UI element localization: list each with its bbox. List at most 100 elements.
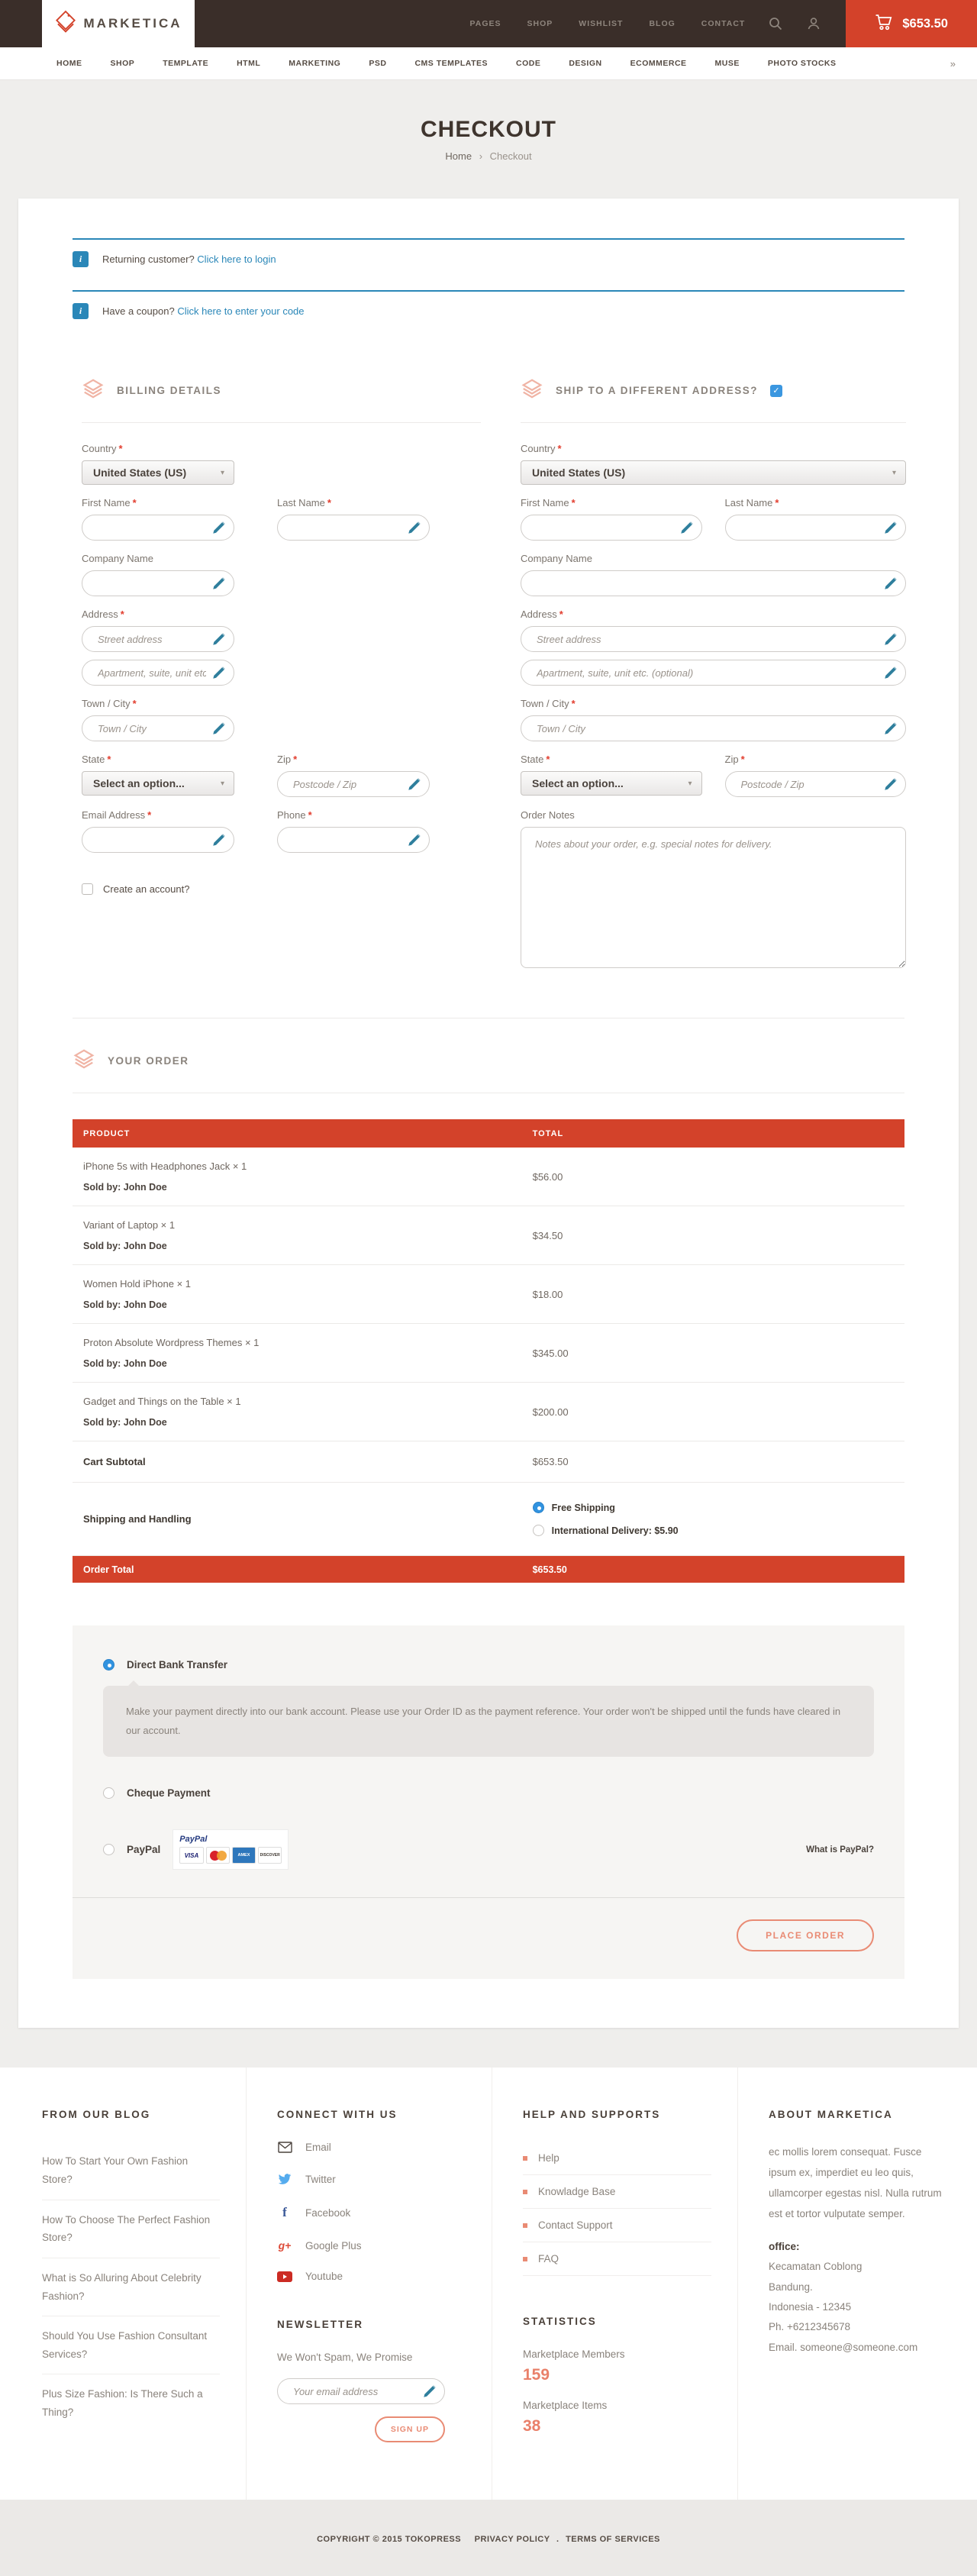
main-nav-home[interactable]: HOME [56,59,82,68]
blog-post-link[interactable]: How To Start Your Own Fashion Store? [42,2142,220,2200]
top-nav-contact[interactable]: CONTACT [701,19,746,28]
billing-town-input[interactable] [96,722,208,735]
main-nav-html[interactable]: HTML [237,59,260,68]
billing-address2-input[interactable] [96,667,208,680]
pen-icon [884,667,897,683]
shipto-first-name-input[interactable] [535,521,676,534]
product-name: Gadget and Things on the Table × 1 [83,1396,522,1407]
product-total: $18.00 [522,1265,904,1323]
logo[interactable]: MARKETICA [42,0,195,47]
search-icon[interactable] [768,16,783,31]
shipto-zip-input[interactable] [740,778,880,791]
radio-paypal[interactable] [103,1844,114,1855]
cheque-payment-label: Cheque Payment [127,1787,211,1799]
shipto-town-input[interactable] [535,722,879,735]
shipto-company-input[interactable] [535,577,879,590]
table-row: iPhone 5s with Headphones Jack × 1 Sold … [73,1148,904,1206]
radio-cheque-payment[interactable] [103,1787,114,1799]
radio-international-delivery[interactable] [533,1525,544,1536]
billing-address1-input[interactable] [96,633,208,646]
main-nav-muse[interactable]: MUSE [715,59,740,68]
user-icon[interactable] [806,16,821,31]
breadcrumb-home[interactable]: Home [445,150,472,162]
billing-country-select[interactable]: United States (US) ▾ [82,460,234,485]
order-table-header: PRODUCT TOTAL [73,1119,904,1148]
top-nav-pages[interactable]: PAGES [470,19,501,28]
knowledge-base-link[interactable]: Knowladge Base [538,2186,615,2197]
payment-methods: Direct Bank Transfer Make your payment d… [73,1625,904,1979]
footer-connect-column: CONNECT WITH US Email Twitter f Facebook… [246,2068,492,2500]
facebook-link[interactable]: Facebook [305,2207,350,2219]
info-icon: i [73,251,89,267]
blog-post-link[interactable]: Plus Size Fashion: Is There Such a Thing… [42,2374,220,2432]
layers-icon [73,1048,95,1074]
brand-tag-icon [55,10,76,38]
twitter-link[interactable]: Twitter [305,2174,336,2185]
billing-company-input[interactable] [96,577,208,590]
cart-icon [875,14,893,34]
blog-post-link[interactable]: How To Choose The Perfect Fashion Store? [42,2200,220,2258]
login-link[interactable]: Click here to login [197,253,276,265]
sign-up-button[interactable]: SIGN UP [375,2416,445,2442]
blog-post-link[interactable]: What is So Alluring About Celebrity Fash… [42,2258,220,2316]
statistics-block: STATISTICS Marketplace Members 159 Marke… [523,2316,711,2436]
main-nav-marketing[interactable]: MARKETING [289,59,340,68]
billing-state-select[interactable]: Select an option... ▾ [82,771,234,796]
paypal-row: PayPal PayPal VISA AMEX DISCOVER What is… [103,1829,874,1870]
returning-customer-notice: i Returning customer? Click here to logi… [73,238,904,290]
order-notes-label: Order Notes [521,809,906,821]
shipping-label: Shipping and Handling [73,1513,522,1525]
billing-first-name-input[interactable] [96,521,208,534]
privacy-policy-link[interactable]: PRIVACY POLICY [475,2535,550,2544]
main-nav-cms-templates[interactable]: CMS TEMPLATES [414,59,488,68]
shipto-address2-input[interactable] [535,667,879,680]
email-link[interactable]: Email [305,2142,331,2153]
company-label: Company Name [521,553,906,564]
main-nav-template[interactable]: TEMPLATE [163,59,208,68]
ship-to-checkbox[interactable]: ✓ [770,385,782,397]
newsletter-email-input[interactable] [292,2385,418,2398]
place-order-button[interactable]: PLACE ORDER [737,1919,874,1951]
cart-button[interactable]: $653.50 [846,0,977,47]
breadcrumb-separator: › [479,150,482,162]
blog-post-link[interactable]: Should You Use Fashion Consultant Servic… [42,2316,220,2374]
billing-phone-input[interactable] [292,834,403,847]
billing-email-input[interactable] [96,834,208,847]
shipto-last-name-input[interactable] [740,521,880,534]
product-total: $200.00 [522,1383,904,1441]
product-seller: Sold by: John Doe [83,1241,522,1251]
main-nav-design[interactable]: DESIGN [569,59,601,68]
order-notes-textarea[interactable] [521,827,906,968]
help-link[interactable]: Help [538,2152,559,2164]
main-nav-code[interactable]: CODE [516,59,540,68]
terms-of-services-link[interactable]: TERMS OF SERVICES [566,2535,660,2544]
what-is-paypal-link[interactable]: What is PayPal? [806,1845,874,1855]
contact-support-link[interactable]: Contact Support [538,2219,613,2231]
top-nav-shop[interactable]: SHOP [527,19,553,28]
billing-last-name-input[interactable] [292,521,403,534]
create-account-checkbox[interactable] [82,883,93,895]
shipto-state-select[interactable]: Select an option... ▾ [521,771,702,796]
coupon-link[interactable]: Click here to enter your code [177,305,304,317]
email-icon [277,2142,292,2153]
radio-direct-bank-transfer[interactable] [103,1659,114,1671]
pen-icon [212,633,225,650]
checkout-card: i Returning customer? Click here to logi… [18,199,959,2028]
main-nav-shop[interactable]: SHOP [111,59,135,68]
shipto-country-select[interactable]: United States (US) ▾ [521,460,906,485]
main-nav-photo-stocks[interactable]: PHOTO STOCKS [768,59,837,68]
ship-to-title: SHIP TO A DIFFERENT ADDRESS? [556,385,758,396]
radio-free-shipping[interactable] [533,1502,544,1513]
google-plus-link[interactable]: Google Plus [305,2240,362,2252]
nav-more-icon[interactable]: » [950,58,956,69]
main-nav-psd[interactable]: PSD [369,59,386,68]
youtube-link[interactable]: Youtube [305,2271,343,2282]
main-nav-ecommerce[interactable]: ECOMMERCE [630,59,687,68]
statistics-heading: STATISTICS [523,2316,711,2327]
table-row: Women Hold iPhone × 1 Sold by: John Doe … [73,1265,904,1324]
shipto-address1-input[interactable] [535,633,879,646]
billing-zip-input[interactable] [292,778,403,791]
top-nav-wishlist[interactable]: WISHLIST [579,19,623,28]
faq-link[interactable]: FAQ [538,2253,559,2264]
top-nav-blog[interactable]: BLOG [649,19,675,28]
